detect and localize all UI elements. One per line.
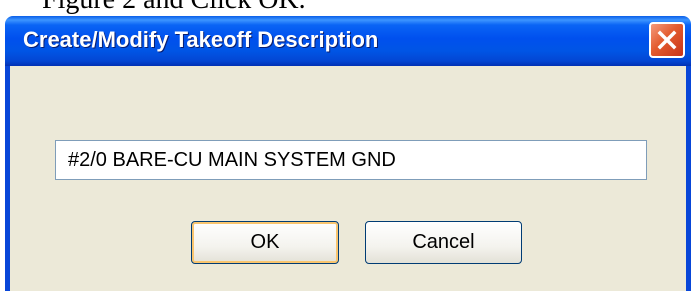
dialog-title: Create/Modify Takeoff Description (23, 27, 379, 52)
dialog-titlebar[interactable]: Create/Modify Takeoff Description (5, 16, 691, 66)
ok-button[interactable]: OK (191, 221, 339, 264)
cancel-button-label: Cancel (412, 231, 475, 253)
close-x-icon (656, 29, 678, 51)
dialog-frame-right (686, 66, 691, 291)
cancel-button[interactable]: Cancel (365, 221, 522, 264)
close-button[interactable] (649, 22, 685, 58)
ok-button-label: OK (250, 231, 280, 253)
takeoff-description-dialog: Create/Modify Takeoff Description #2/0 B… (5, 16, 691, 291)
takeoff-description-input[interactable]: #2/0 BARE-CU MAIN SYSTEM GND (55, 140, 647, 180)
dialog-client-area: #2/0 BARE-CU MAIN SYSTEM GND OK Cancel (10, 66, 686, 291)
document-caption-text: Figure 2 and Click OK. (42, 0, 306, 14)
